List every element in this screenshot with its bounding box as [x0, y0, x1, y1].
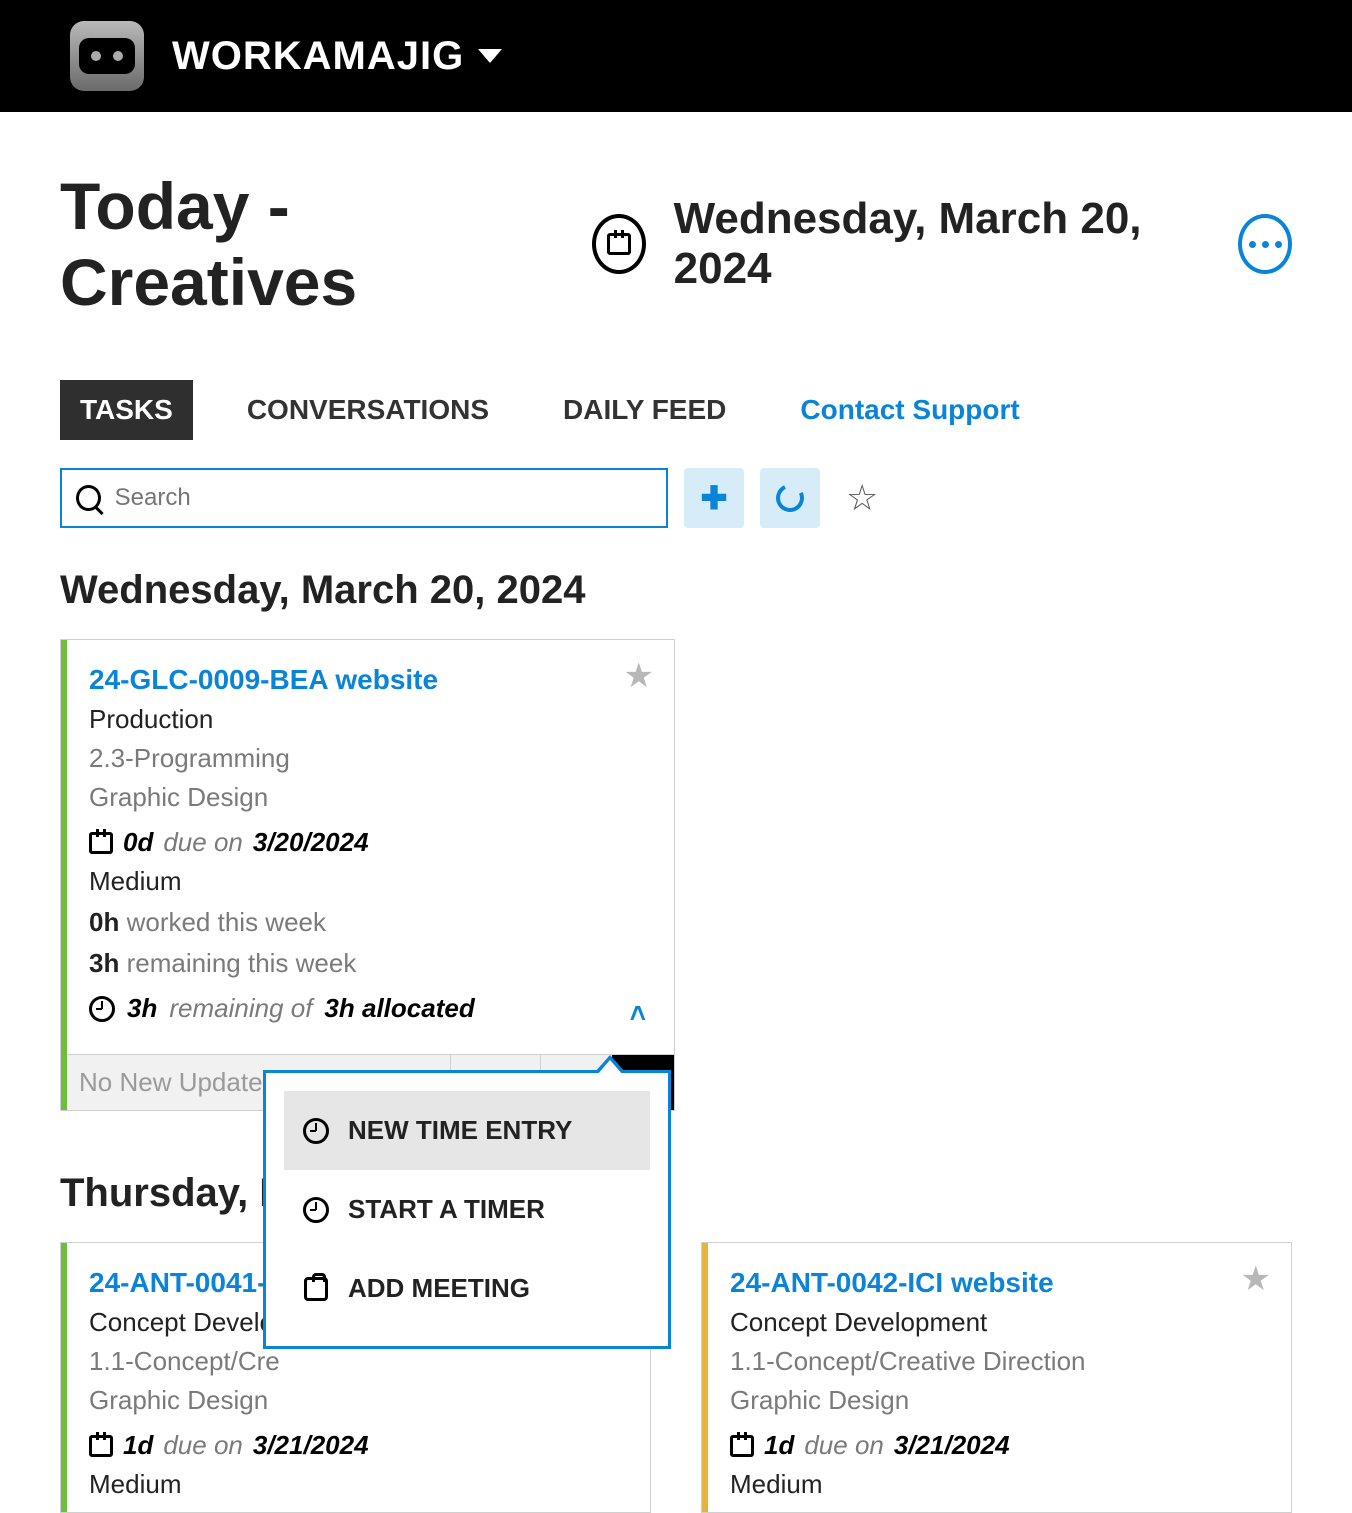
tab-daily-feed[interactable]: DAILY FEED	[543, 380, 746, 440]
task-priority: Medium	[89, 1469, 622, 1500]
alloc-end: 3h allocated	[324, 993, 474, 1024]
favorite-toggle[interactable]: ★	[624, 656, 654, 696]
task-phase: Concept Development	[730, 1307, 1263, 1338]
calendar-icon	[730, 1435, 754, 1457]
add-button[interactable]: ✚	[684, 468, 744, 528]
calendar-icon	[89, 832, 113, 854]
alloc-mid: remaining of	[169, 993, 312, 1024]
remaining-text: remaining this week	[127, 948, 357, 978]
plus-icon: ✚	[701, 479, 728, 517]
calendar-icon	[89, 1435, 113, 1457]
section-heading-today: Wednesday, March 20, 2024	[60, 568, 1292, 613]
search-input[interactable]	[115, 484, 652, 512]
toolbar: ✚ ☆	[60, 468, 1292, 528]
clock-icon	[89, 996, 115, 1022]
worked-text: worked this week	[127, 907, 326, 937]
allocation-row: 3h remaining of 3h allocated	[89, 993, 646, 1042]
clock-icon	[303, 1197, 329, 1223]
task-project-link[interactable]: 24-GLC-0009-BEA website	[89, 664, 646, 696]
task-card: ★ 24-ANT-0042-ICI website Concept Develo…	[701, 1242, 1292, 1513]
brand-logo[interactable]	[70, 21, 144, 91]
tab-tasks[interactable]: TASKS	[60, 380, 193, 440]
popover-label: START A TIMER	[348, 1194, 545, 1225]
time-popover: NEW TIME ENTRY START A TIMER ADD MEETING	[263, 1070, 671, 1349]
task-subtask: 2.3-Programming	[89, 743, 646, 774]
more-actions-button[interactable]	[1238, 214, 1292, 274]
task-card: ★ 24-GLC-0009-BEA website Production 2.3…	[60, 639, 675, 1111]
due-date: 3/21/2024	[894, 1430, 1010, 1461]
brand-dropdown[interactable]: WORKAMAJIG	[172, 34, 502, 79]
due-label: due on	[163, 1430, 243, 1461]
task-phase: Production	[89, 704, 646, 735]
worked-row: 0h worked this week	[89, 907, 646, 938]
collapse-toggle[interactable]: ˄	[630, 998, 646, 1030]
refresh-button[interactable]	[760, 468, 820, 528]
task-priority: Medium	[89, 866, 646, 897]
task-project-link[interactable]: 24-ANT-0042-ICI website	[730, 1267, 1263, 1299]
due-days: 0d	[123, 827, 153, 858]
due-days: 1d	[764, 1430, 794, 1461]
task-service: Graphic Design	[730, 1385, 1263, 1416]
search-box[interactable]	[60, 468, 668, 528]
priority-stripe	[61, 1243, 67, 1512]
favorite-toggle[interactable]: ★	[1241, 1259, 1271, 1299]
search-icon	[76, 485, 101, 511]
task-priority: Medium	[730, 1469, 1263, 1500]
task-due-row: 1d due on 3/21/2024	[730, 1430, 1263, 1461]
task-service: Graphic Design	[89, 1385, 622, 1416]
task-due-row: 0d due on 3/20/2024	[89, 827, 646, 858]
calendar-icon	[607, 233, 631, 255]
brand-label: WORKAMAJIG	[172, 34, 464, 79]
page-header: Today - Creatives Wednesday, March 20, 2…	[60, 168, 1292, 320]
assignment-icon	[304, 1277, 328, 1301]
section-heading-tomorrow: Thursday, M	[60, 1171, 1292, 1216]
due-days: 1d	[123, 1430, 153, 1461]
tab-conversations[interactable]: CONVERSATIONS	[227, 380, 509, 440]
alloc-value: 3h	[127, 993, 157, 1024]
tabs: TASKS CONVERSATIONS DAILY FEED Contact S…	[60, 380, 1292, 440]
remaining-value: 3h	[89, 948, 119, 978]
due-label: due on	[804, 1430, 884, 1461]
task-service: Graphic Design	[89, 782, 646, 813]
popover-label: NEW TIME ENTRY	[348, 1115, 572, 1146]
priority-stripe	[702, 1243, 708, 1512]
chevron-down-icon	[478, 49, 502, 63]
date-picker-button[interactable]	[592, 214, 646, 274]
page-date: Wednesday, March 20, 2024	[674, 194, 1183, 294]
remaining-row: 3h remaining this week	[89, 948, 646, 979]
popover-label: ADD MEETING	[348, 1273, 530, 1304]
popover-start-timer[interactable]: START A TIMER	[284, 1170, 650, 1249]
worked-value: 0h	[89, 907, 119, 937]
popover-add-meeting[interactable]: ADD MEETING	[284, 1249, 650, 1328]
page-title: Today - Creatives	[60, 168, 540, 320]
due-date: 3/20/2024	[253, 827, 369, 858]
popover-new-time-entry[interactable]: NEW TIME ENTRY	[284, 1091, 650, 1170]
task-subtask: 1.1-Concept/Cre	[89, 1346, 622, 1377]
clock-icon	[303, 1118, 329, 1144]
tab-contact-support[interactable]: Contact Support	[780, 380, 1039, 440]
refresh-icon	[772, 480, 808, 516]
task-subtask: 1.1-Concept/Creative Direction	[730, 1346, 1263, 1377]
favorite-button[interactable]: ☆	[846, 477, 878, 519]
due-label: due on	[163, 827, 243, 858]
task-due-row: 1d due on 3/21/2024	[89, 1430, 622, 1461]
topbar: WORKAMAJIG	[0, 0, 1352, 112]
priority-stripe	[61, 640, 67, 1110]
due-date: 3/21/2024	[253, 1430, 369, 1461]
